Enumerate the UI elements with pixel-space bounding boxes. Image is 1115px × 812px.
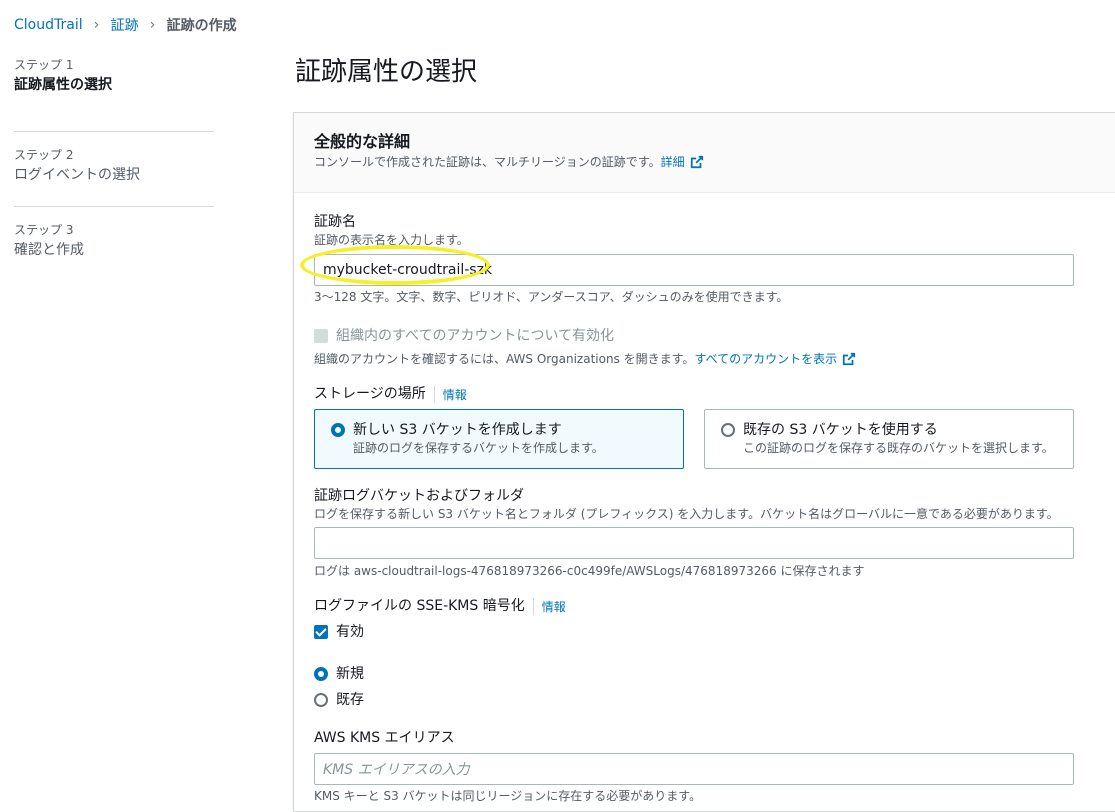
step-2[interactable]: ステップ 2 ログイベントの選択 <box>14 131 214 206</box>
storage-location-label: ストレージの場所 <box>314 386 426 402</box>
existing-bucket-title: 既存の S3 バケットを使用する <box>743 422 938 438</box>
step-1-name: 証跡属性の選択 <box>14 77 112 93</box>
existing-bucket-tile[interactable]: 既存の S3 バケットを使用する この証跡のログを保存する既存のバケットを選択し… <box>704 409 1074 469</box>
kms-alias-placeholder: KMS エイリアスの入力 <box>323 762 470 778</box>
chevron-right-icon: › <box>149 17 156 33</box>
sse-kms-header: ログファイルの SSE-KMS 暗号化 情報 <box>314 596 566 616</box>
view-all-accounts-link[interactable]: すべてのアカウントを表示 <box>694 351 837 367</box>
step-1-label: ステップ 1 <box>14 58 74 72</box>
kms-existing-row: 既存 <box>314 690 364 710</box>
kms-new-radio[interactable] <box>314 667 328 681</box>
card-title: 全般的な詳細 <box>314 132 411 151</box>
step-1[interactable]: ステップ 1 証跡属性の選択 <box>14 56 214 131</box>
page-title: 証跡属性の選択 <box>295 57 478 87</box>
sse-enabled-row: 有効 <box>314 622 364 642</box>
bucket-folder-description: ログを保存する新しい S3 バケット名とフォルダ (プレフィックス) を入力しま… <box>314 507 1059 521</box>
breadcrumb-current: 証跡の作成 <box>166 18 237 34</box>
existing-bucket-radio[interactable] <box>721 423 735 437</box>
trail-name-input[interactable]: mybucket-croudtrail-szk <box>314 254 1074 286</box>
new-bucket-title-row: 新しい S3 バケットを作成します <box>331 420 667 440</box>
kms-alias-label: AWS KMS エイリアス <box>314 730 455 746</box>
step-3-label: ステップ 3 <box>14 223 74 237</box>
breadcrumb: CloudTrail › 証跡 › 証跡の作成 <box>14 14 237 36</box>
new-bucket-tile[interactable]: 新しい S3 バケットを作成します 証跡のログを保存するバケットを作成します。 <box>314 409 684 469</box>
kms-existing-radio[interactable] <box>314 693 328 707</box>
step-2-label: ステップ 2 <box>14 148 74 162</box>
external-link-icon[interactable] <box>690 155 704 169</box>
learn-more-link[interactable]: 詳細 <box>661 153 685 171</box>
storage-info-link[interactable]: 情報 <box>433 385 467 403</box>
breadcrumb-trails[interactable]: 証跡 <box>111 15 139 35</box>
step-3-name: 確認と作成 <box>14 242 84 258</box>
new-bucket-title: 新しい S3 バケットを作成します <box>353 422 562 438</box>
org-enable-label: 組織内のすべてのアカウントについて有効化 <box>336 328 615 344</box>
existing-bucket-title-row: 既存の S3 バケットを使用する <box>721 420 1057 440</box>
org-description-text: 組織のアカウントを確認するには、AWS Organizations を開きます。 <box>314 352 695 366</box>
sse-enabled-checkbox[interactable] <box>314 625 328 639</box>
trail-name-description: 証跡の表示名を入力します。 <box>314 233 469 247</box>
trail-name-label: 証跡名 <box>314 214 356 230</box>
bucket-folder-label: 証跡ログバケットおよびフォルダ <box>314 488 524 504</box>
sse-info-link[interactable]: 情報 <box>532 597 566 615</box>
trail-name-value: mybucket-croudtrail-szk <box>323 262 493 278</box>
kms-new-label: 新規 <box>336 666 364 682</box>
new-bucket-radio[interactable] <box>331 423 345 437</box>
kms-existing-label: 既存 <box>336 692 364 708</box>
external-link-icon[interactable] <box>842 352 856 366</box>
trail-name-constraint: 3〜128 文字。文字、数字、ピリオド、アンダースコア、ダッシュのみを使用できま… <box>314 290 789 304</box>
chevron-right-icon: › <box>93 17 100 33</box>
bucket-folder-input[interactable] <box>314 527 1074 559</box>
card-description: コンソールで作成された証跡は、マルチリージョンの証跡です。 詳細 <box>314 153 1115 171</box>
kms-new-row: 新規 <box>314 664 364 684</box>
org-description: 組織のアカウントを確認するには、AWS Organizations を開きます。… <box>314 351 856 367</box>
step-3[interactable]: ステップ 3 確認と作成 <box>14 206 214 281</box>
org-enable-checkbox <box>314 329 328 343</box>
bucket-folder-hint: ログは aws-cloudtrail-logs-476818973266-c0c… <box>314 564 865 578</box>
storage-location-header: ストレージの場所 情報 <box>314 384 467 404</box>
org-enable-row: 組織内のすべてのアカウントについて有効化 <box>314 326 614 346</box>
existing-bucket-description: この証跡のログを保存する既存のバケットを選択します。 <box>743 441 1054 455</box>
card-header: 全般的な詳細 コンソールで作成された証跡は、マルチリージョンの証跡です。 詳細 <box>294 113 1115 193</box>
kms-alias-input[interactable]: KMS エイリアスの入力 <box>314 753 1074 785</box>
sse-kms-label: ログファイルの SSE-KMS 暗号化 <box>314 598 525 614</box>
wizard-steps: ステップ 1 証跡属性の選択 ステップ 2 ログイベントの選択 ステップ 3 確… <box>14 56 214 281</box>
breadcrumb-cloudtrail[interactable]: CloudTrail <box>14 17 83 33</box>
step-2-name: ログイベントの選択 <box>14 167 140 183</box>
card-description-text: コンソールで作成された証跡は、マルチリージョンの証跡です。 <box>314 155 661 169</box>
sse-enabled-label: 有効 <box>336 624 364 640</box>
new-bucket-description: 証跡のログを保存するバケットを作成します。 <box>353 441 604 455</box>
